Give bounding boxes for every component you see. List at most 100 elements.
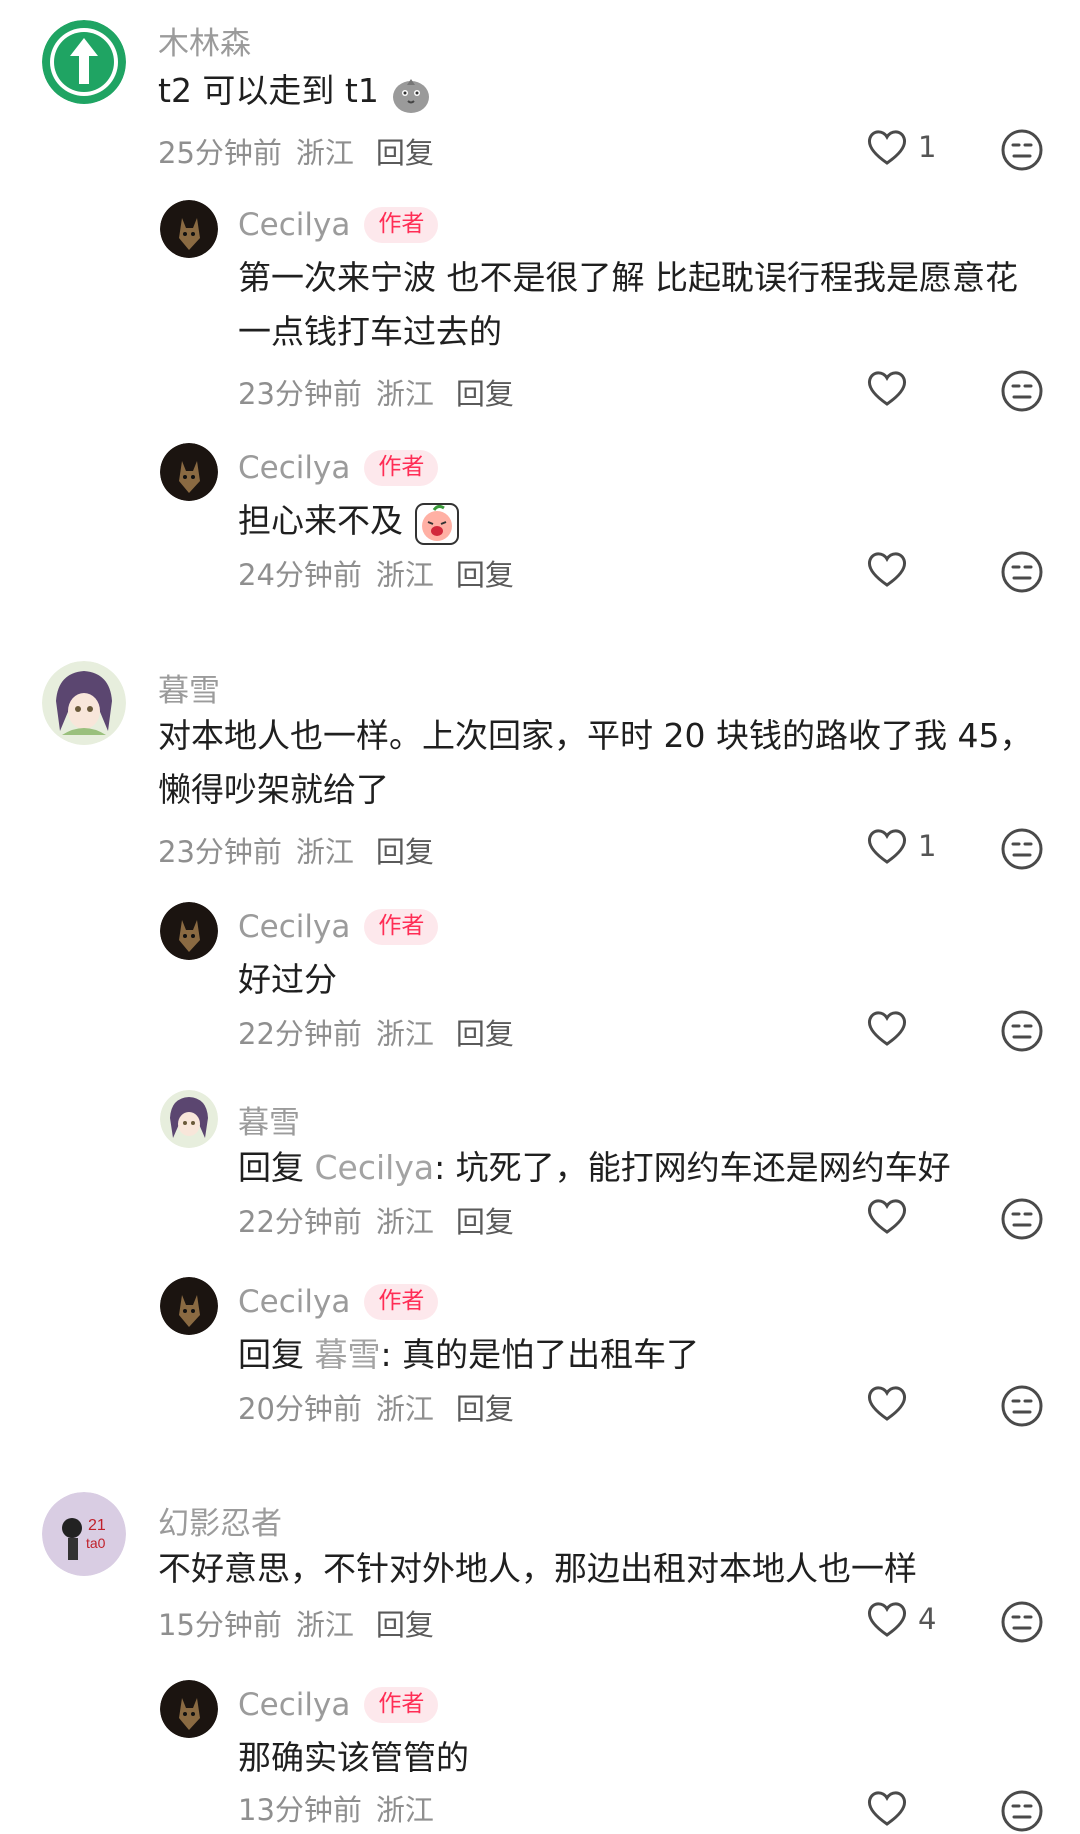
avatar[interactable]: 21 ta0 [42, 1492, 126, 1576]
dislike-button[interactable] [1000, 128, 1044, 172]
avatar[interactable] [160, 1680, 218, 1738]
comment-meta: 20分钟前 浙江 回复 [238, 1386, 514, 1428]
heart-outline-icon [868, 829, 906, 864]
comment-text-content: 那确实该管管的 [238, 1738, 469, 1777]
like-button[interactable]: 4 [866, 1600, 936, 1638]
location: 浙江 [375, 558, 434, 592]
like-button[interactable] [866, 1384, 918, 1422]
comment-top-mulinsen: 木林森 t2 可以走到 t1 25分钟前 浙江 回复 1 [0, 0, 1080, 172]
username-text[interactable]: 暮雪 [158, 665, 220, 710]
crying-peach-sticker-icon [414, 500, 460, 546]
username[interactable]: 暮雪 [158, 665, 220, 710]
username-text[interactable]: Cecilya [238, 207, 350, 243]
reply-button[interactable]: 回复 [456, 1205, 514, 1239]
reply-button[interactable]: 回复 [456, 1392, 514, 1426]
avatar[interactable] [42, 661, 126, 745]
dislike-button[interactable] [1000, 1789, 1044, 1833]
location: 浙江 [375, 1793, 434, 1827]
like-count: 1 [918, 829, 937, 863]
username[interactable]: Cecilya 作者 [238, 1284, 439, 1320]
avatar[interactable] [160, 1090, 218, 1148]
comment-meta: 15分钟前 浙江 回复 [158, 1602, 434, 1644]
avatar[interactable] [160, 200, 218, 258]
username-text[interactable]: 幻影忍者 [158, 1498, 282, 1543]
dislike-button[interactable] [1000, 1600, 1044, 1644]
comment-text: 那确实该管管的 [238, 1731, 469, 1785]
avatar[interactable] [160, 902, 218, 960]
username-text[interactable]: 暮雪 [238, 1097, 300, 1142]
reply-button[interactable]: 回复 [456, 377, 514, 411]
username[interactable]: Cecilya 作者 [238, 207, 439, 243]
username[interactable]: 暮雪 [238, 1097, 300, 1142]
location: 浙江 [375, 1017, 434, 1051]
reply-button[interactable]: 回复 [456, 558, 514, 592]
comment-text-line: 对本地人也一样。上次回家，平时 20 块钱的路收了我 45， [158, 716, 1033, 755]
like-button[interactable] [866, 369, 918, 407]
dislike-button[interactable] [1000, 550, 1044, 594]
username-text[interactable]: Cecilya [238, 1687, 350, 1723]
dislike-button[interactable] [1000, 827, 1044, 871]
comment-text-line: 懒得吵架就给了 [158, 770, 389, 809]
like-button[interactable] [866, 1789, 918, 1827]
comment-top-huanyingrenzhe: 21 ta0 幻影忍者 不好意思，不针对外地人，那边出租对本地人也一样 15分钟前… [0, 1490, 1080, 1660]
like-count: 1 [918, 130, 937, 164]
comment-text: 对本地人也一样。上次回家，平时 20 块钱的路收了我 45， 懒得吵架就给了 [158, 709, 1032, 817]
neutral-face-icon [1001, 1198, 1043, 1240]
timestamp: 24分钟前 [238, 558, 362, 592]
username[interactable]: 幻影忍者 [158, 1498, 282, 1543]
like-button[interactable] [866, 1009, 918, 1047]
comment-text: 回复 Cecilya: 坑死了，能打网约车还是网约车好 [238, 1141, 951, 1195]
neutral-face-icon [1001, 129, 1043, 171]
location: 浙江 [295, 835, 354, 869]
comment-text: 第一次来宁波 也不是很了解 比起耽误行程我是愿意花 一点钱打车过去的 [238, 251, 1018, 359]
reply-button[interactable]: 回复 [376, 1608, 434, 1642]
comment-meta: 23分钟前 浙江 回复 [158, 829, 434, 871]
reply-button[interactable]: 回复 [376, 835, 434, 869]
username-text[interactable]: Cecilya [238, 909, 350, 945]
neutral-face-icon [1001, 828, 1043, 870]
username-text[interactable]: Cecilya [238, 1284, 350, 1320]
timestamp: 23分钟前 [238, 377, 362, 411]
like-button[interactable]: 1 [866, 827, 936, 865]
username-text[interactable]: Cecilya [238, 450, 350, 486]
heart-outline-icon [868, 1791, 906, 1826]
comment-text-content: t2 可以走到 t1 [158, 71, 379, 110]
avatar[interactable] [160, 443, 218, 501]
username[interactable]: 木林森 [158, 18, 251, 63]
comment-meta: 22分钟前 浙江 回复 [238, 1011, 514, 1053]
dislike-button[interactable] [1000, 1009, 1044, 1053]
avatar[interactable] [160, 1277, 218, 1335]
comment-text-content: 担心来不及 [238, 501, 403, 540]
svg-text:ta0: ta0 [86, 1535, 106, 1551]
like-button[interactable]: 1 [866, 128, 936, 166]
reply-button[interactable]: 回复 [456, 1017, 514, 1051]
location: 浙江 [295, 1608, 354, 1642]
author-badge: 作者 [364, 1284, 439, 1320]
like-button[interactable] [866, 1197, 918, 1235]
comment-text-content: 好过分 [238, 960, 337, 999]
avatar[interactable] [42, 20, 126, 104]
username[interactable]: Cecilya 作者 [238, 450, 439, 486]
svg-text:21: 21 [88, 1517, 106, 1534]
like-button[interactable] [866, 550, 918, 588]
dislike-button[interactable] [1000, 1197, 1044, 1241]
author-badge: 作者 [364, 909, 439, 945]
reply-button[interactable]: 回复 [376, 136, 434, 170]
timestamp: 15分钟前 [158, 1608, 282, 1642]
comment-reply-cecilya-5: Cecilya 作者 那确实该管管的 13分钟前 浙江 [0, 1675, 1080, 1834]
comment-text: 回复 暮雪: 真的是怕了出租车了 [238, 1328, 699, 1382]
neutral-face-icon [1001, 1601, 1043, 1643]
comment-reply-muxue: 暮雪 回复 Cecilya: 坑死了，能打网约车还是网约车好 22分钟前 浙江 回复 [0, 1085, 1080, 1255]
username[interactable]: Cecilya 作者 [238, 1687, 439, 1723]
username-text[interactable]: 木林森 [158, 18, 251, 63]
reply-prefix: 回复 [238, 1335, 304, 1374]
mentioned-user[interactable]: Cecilya [315, 1148, 435, 1187]
author-badge: 作者 [364, 207, 439, 243]
neutral-face-icon [1001, 1010, 1043, 1052]
mentioned-user[interactable]: 暮雪 [315, 1335, 381, 1374]
username[interactable]: Cecilya 作者 [238, 909, 439, 945]
comment-text: 不好意思，不针对外地人，那边出租对本地人也一样 [158, 1542, 917, 1596]
dislike-button[interactable] [1000, 1384, 1044, 1428]
dislike-button[interactable] [1000, 369, 1044, 413]
comment-reply-cecilya-1: Cecilya 作者 第一次来宁波 也不是很了解 比起耽误行程我是愿意花 一点钱打… [0, 195, 1080, 415]
